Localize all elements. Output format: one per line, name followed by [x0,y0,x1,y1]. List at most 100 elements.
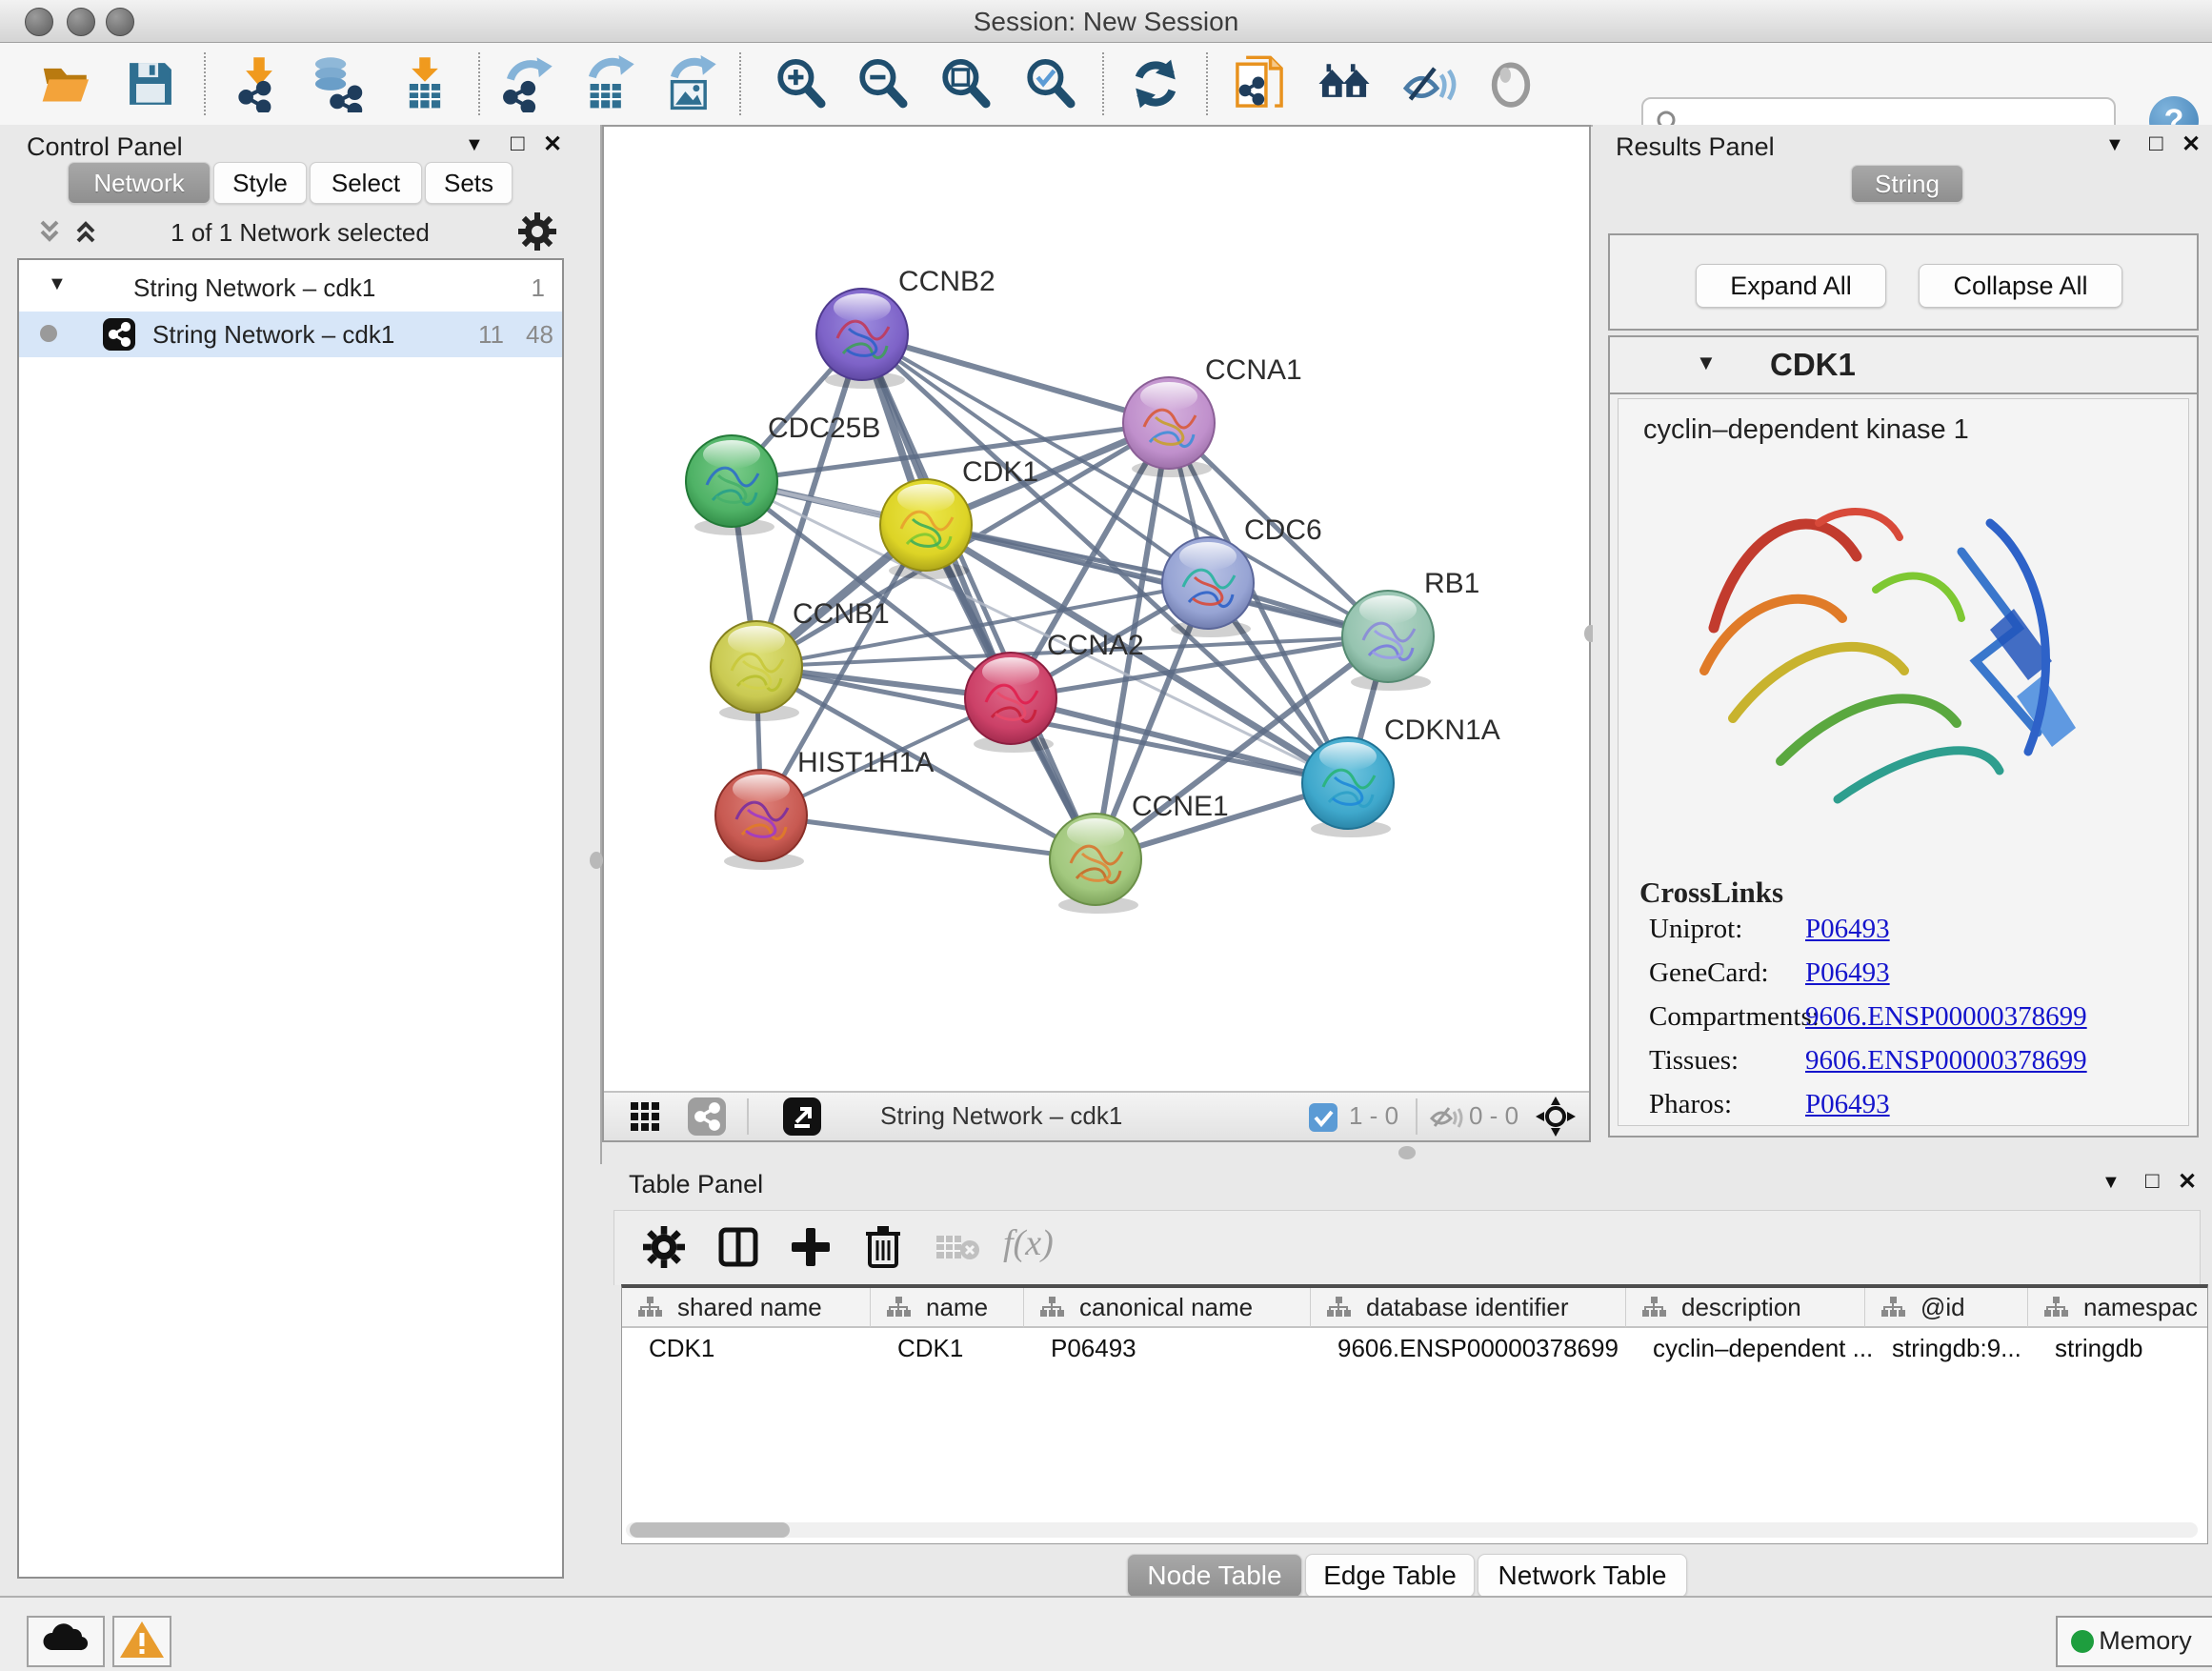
collapse-all-button[interactable]: Collapse All [1919,264,2122,308]
network-node-CCNB2[interactable]: CCNB2 [816,266,995,389]
tab-string[interactable]: String [1851,165,1963,203]
string-view-icon[interactable] [688,1097,726,1136]
network-edge-CCNB2-CCNE1[interactable] [862,334,1096,859]
refresh-icon[interactable] [1127,55,1184,112]
entry-header[interactable]: ▼ CDK1 [1610,337,2197,394]
network-node-CDC6[interactable]: CDC6 [1162,514,1322,637]
export-image-icon[interactable] [661,55,718,112]
table-cell[interactable]: stringdb [2055,1328,2208,1372]
export-network-icon[interactable] [497,55,554,112]
network-node-HIST1H1A[interactable]: HIST1H1A [715,747,934,870]
zoom-selected-icon[interactable] [1021,55,1078,112]
delete-column-icon[interactable] [862,1224,904,1273]
column-header--id[interactable]: @id [1865,1288,2028,1328]
memory-button[interactable]: Memory [2056,1616,2212,1667]
column-header-name[interactable]: name [871,1288,1024,1328]
float-panel-icon[interactable]: ▼ [2101,1172,2121,1194]
zoom-fit-icon[interactable] [936,55,994,112]
table-cell[interactable]: 9606.ENSP00000378699 [1337,1328,1623,1372]
close-panel-icon[interactable]: ✕ [2178,1168,2197,1196]
table-cell[interactable]: stringdb:9... [1892,1328,2025,1372]
tab-sets[interactable]: Sets [425,162,513,204]
warning-icon [114,1618,170,1661]
network-node-CDK1[interactable]: CDK1 [880,456,1038,579]
crosslink-link[interactable]: 9606.ENSP00000378699 [1805,1001,2087,1033]
column-header-canonical-name[interactable]: canonical name [1024,1288,1311,1328]
table-cell[interactable]: cyclin–dependent ... [1653,1328,1862,1372]
import-network-icon[interactable] [231,55,288,112]
window-title: Session: New Session [0,7,2212,37]
table-cell[interactable]: CDK1 [897,1328,1021,1372]
table-cell[interactable]: CDK1 [649,1328,868,1372]
crosslink-link[interactable]: P06493 [1805,957,1890,989]
network-collection-row[interactable]: ▼ String Network – cdk1 1 [19,268,562,312]
delete-table-icon[interactable] [935,1232,980,1269]
tab-network[interactable]: Network [68,162,211,204]
collection-expand-icon[interactable]: ▼ [48,273,67,295]
fit-selected-crosshair-icon[interactable] [1536,1097,1576,1141]
scrollbar-thumb[interactable] [630,1522,790,1538]
open-folder-icon[interactable] [38,55,95,112]
float-panel-icon[interactable]: ▼ [465,134,484,156]
column-header-shared-name[interactable]: shared name [622,1288,871,1328]
tab-select[interactable]: Select [310,162,422,204]
crosslink-link[interactable]: P06493 [1805,1089,1890,1120]
network-node-CCNE1[interactable]: CCNE1 [1050,791,1229,914]
tab-style[interactable]: Style [213,162,307,204]
maximize-panel-icon[interactable]: □ [511,131,525,157]
zoom-out-icon[interactable] [854,55,911,112]
network-options-gear-icon[interactable] [518,212,556,255]
tab-node-table[interactable]: Node Table [1127,1554,1302,1598]
warning-button[interactable] [112,1616,171,1667]
crosslink-link[interactable]: P06493 [1805,914,1890,945]
add-column-icon[interactable] [790,1226,832,1273]
import-table-icon[interactable] [396,55,453,112]
horizontal-splitter-handle[interactable] [1398,1146,1416,1159]
column-header-description[interactable]: description [1626,1288,1865,1328]
close-panel-icon[interactable]: ✕ [2182,131,2201,158]
network-node-RB1[interactable]: RB1 [1342,568,1479,691]
string-document-icon[interactable] [1231,55,1288,112]
zoom-in-icon[interactable] [772,55,829,112]
homes-icon[interactable] [1316,55,1373,112]
expand-all-button[interactable]: Expand All [1696,264,1886,308]
memory-status-dot [2071,1630,2094,1653]
table-cell[interactable]: P06493 [1051,1328,1308,1372]
hide-eye-icon[interactable] [1399,55,1457,112]
column-header-namespac[interactable]: namespac [2028,1288,2208,1328]
edge-count: 48 [526,320,553,350]
save-icon[interactable] [122,55,179,112]
maximize-panel-icon[interactable]: □ [2149,131,2163,157]
eye-icon[interactable] [1482,55,1539,112]
left-splitter-handle[interactable] [590,852,603,869]
maximize-panel-icon[interactable]: □ [2145,1168,2160,1195]
birdseye-grid-icon[interactable] [629,1100,661,1137]
cloud-icon [29,1618,103,1661]
horizontal-scrollbar[interactable] [626,1522,2198,1538]
node-count: 11 [478,320,504,350]
tab-network-table[interactable]: Network Table [1478,1554,1687,1598]
title-bar: Session: New Session [0,0,2212,43]
function-builder-icon[interactable]: f(x) [1003,1222,1054,1264]
float-panel-icon[interactable]: ▼ [2105,134,2124,156]
column-header-database-identifier[interactable]: database identifier [1311,1288,1626,1328]
network-node-CCNB1[interactable]: CCNB1 [711,598,890,721]
close-panel-icon[interactable]: ✕ [543,131,562,158]
network-edge-HIST1H1A-CCNE1[interactable] [761,815,1096,859]
tab-edge-table[interactable]: Edge Table [1305,1554,1475,1598]
export-table-icon[interactable] [579,55,636,112]
import-database-icon[interactable] [309,55,366,112]
cloud-button[interactable] [27,1616,105,1667]
network-node-CCNA1[interactable]: CCNA1 [1123,354,1302,477]
network-node-CDKN1A[interactable]: CDKN1A [1302,715,1500,837]
entry-expand-icon[interactable]: ▼ [1696,351,1717,375]
network-row-selected[interactable]: String Network – cdk1 11 48 [19,312,562,357]
columns-icon[interactable] [717,1226,759,1273]
crosslink-link[interactable]: 9606.ENSP00000378699 [1805,1045,2087,1077]
node-label-CDC25B: CDC25B [768,413,880,444]
network-canvas[interactable]: CCNB2CCNA1CDC25BCDK1CDC6RB1CCNB1CCNA2CDK… [604,127,1589,1093]
table-gear-icon[interactable] [643,1226,685,1273]
open-in-window-icon[interactable] [783,1097,821,1136]
hidden-eye-icon[interactable] [1429,1101,1463,1137]
selected-checkbox[interactable] [1309,1103,1337,1132]
